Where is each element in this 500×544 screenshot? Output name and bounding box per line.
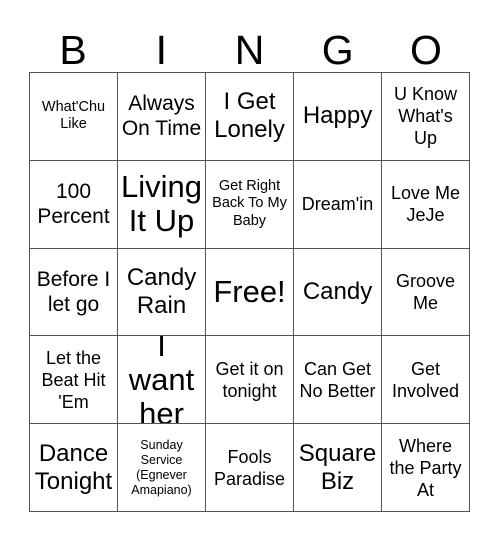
- bingo-cell[interactable]: Sunday Service (Egnever Amapiano): [118, 424, 206, 512]
- bingo-cell-label: Get it on tonight: [215, 358, 284, 401]
- bingo-cell[interactable]: Where the Party At: [382, 424, 470, 512]
- bingo-cell[interactable]: Dance Tonight: [30, 424, 118, 512]
- bingo-cell-label: Before I let go: [36, 267, 111, 316]
- bingo-cell[interactable]: I want her: [118, 336, 206, 425]
- bingo-cell-label: What'Chu Like: [41, 98, 106, 133]
- bingo-cell-label: Free!: [213, 273, 286, 309]
- bingo-cell-label: Fools Paradise: [213, 446, 286, 489]
- bingo-cell-free[interactable]: Free!: [206, 248, 294, 337]
- bingo-cell[interactable]: Let the Beat Hit 'Em: [30, 336, 118, 425]
- bingo-cell-label: Where the Party At: [389, 435, 462, 500]
- bingo-cell-label: Love Me JeJe: [390, 183, 461, 226]
- bingo-cell-label: Living It Up: [121, 169, 202, 239]
- bingo-cell[interactable]: What'Chu Like: [30, 73, 118, 161]
- header-letter-n: N: [234, 27, 265, 73]
- bingo-cell-label: Can Get No Better: [299, 358, 376, 401]
- bingo-cell[interactable]: I Get Lonely: [206, 73, 294, 161]
- bingo-cell-label: U Know What's Up: [393, 84, 458, 149]
- bingo-card: B I N G O What'Chu Like Always On Time I G…: [0, 0, 500, 544]
- bingo-cell-label: I want her: [128, 336, 195, 425]
- bingo-cell-label: Get Involved: [391, 358, 460, 401]
- bingo-cell[interactable]: Happy: [294, 73, 382, 161]
- bingo-cell-label: Get Right Back To My Baby: [212, 177, 287, 229]
- bingo-cell[interactable]: Get Involved: [382, 336, 470, 425]
- bingo-cell-label: Dance Tonight: [34, 439, 113, 495]
- header-letter-i: I: [155, 27, 167, 73]
- bingo-cell[interactable]: Love Me JeJe: [382, 160, 470, 249]
- bingo-cell[interactable]: Can Get No Better: [294, 336, 382, 425]
- bingo-cell-label: Candy: [302, 277, 373, 305]
- bingo-cell[interactable]: Always On Time: [118, 73, 206, 161]
- bingo-cell-label: Candy Rain: [126, 263, 197, 319]
- bingo-cell-label: Sunday Service (Egnever Amapiano): [131, 437, 192, 497]
- bingo-cell-label: Groove Me: [395, 270, 456, 313]
- bingo-cell[interactable]: Square Biz: [294, 424, 382, 512]
- bingo-cell[interactable]: U Know What's Up: [382, 73, 470, 161]
- bingo-cell[interactable]: Before I let go: [30, 248, 118, 337]
- bingo-cell[interactable]: Groove Me: [382, 248, 470, 337]
- bingo-grid: What'Chu Like Always On Time I Get Lonely H…: [29, 72, 470, 512]
- bingo-cell[interactable]: Candy Rain: [118, 248, 206, 337]
- bingo-cell-label: Square Biz: [298, 439, 377, 495]
- bingo-cell[interactable]: Candy: [294, 248, 382, 337]
- bingo-cell-label: I Get Lonely: [214, 88, 285, 144]
- bingo-cell-label: Let the Beat Hit 'Em: [41, 347, 106, 412]
- bingo-cell-label: Happy: [302, 102, 373, 130]
- bingo-header: B I N G O: [29, 18, 470, 72]
- header-letter-o: O: [409, 27, 442, 73]
- header-letter-b: B: [59, 27, 87, 73]
- bingo-cell[interactable]: Fools Paradise: [206, 424, 294, 512]
- bingo-cell-label: Dream'in: [301, 194, 374, 215]
- bingo-cell-label: Always On Time: [121, 92, 202, 141]
- bingo-cell[interactable]: Get it on tonight: [206, 336, 294, 425]
- bingo-cell[interactable]: 100 Percent: [30, 160, 118, 249]
- bingo-cell-label: 100 Percent: [37, 180, 110, 229]
- bingo-cell[interactable]: Living It Up: [118, 160, 206, 249]
- header-letter-g: G: [321, 27, 354, 73]
- bingo-cell[interactable]: Dream'in: [294, 160, 382, 249]
- bingo-cell[interactable]: Get Right Back To My Baby: [206, 160, 294, 249]
